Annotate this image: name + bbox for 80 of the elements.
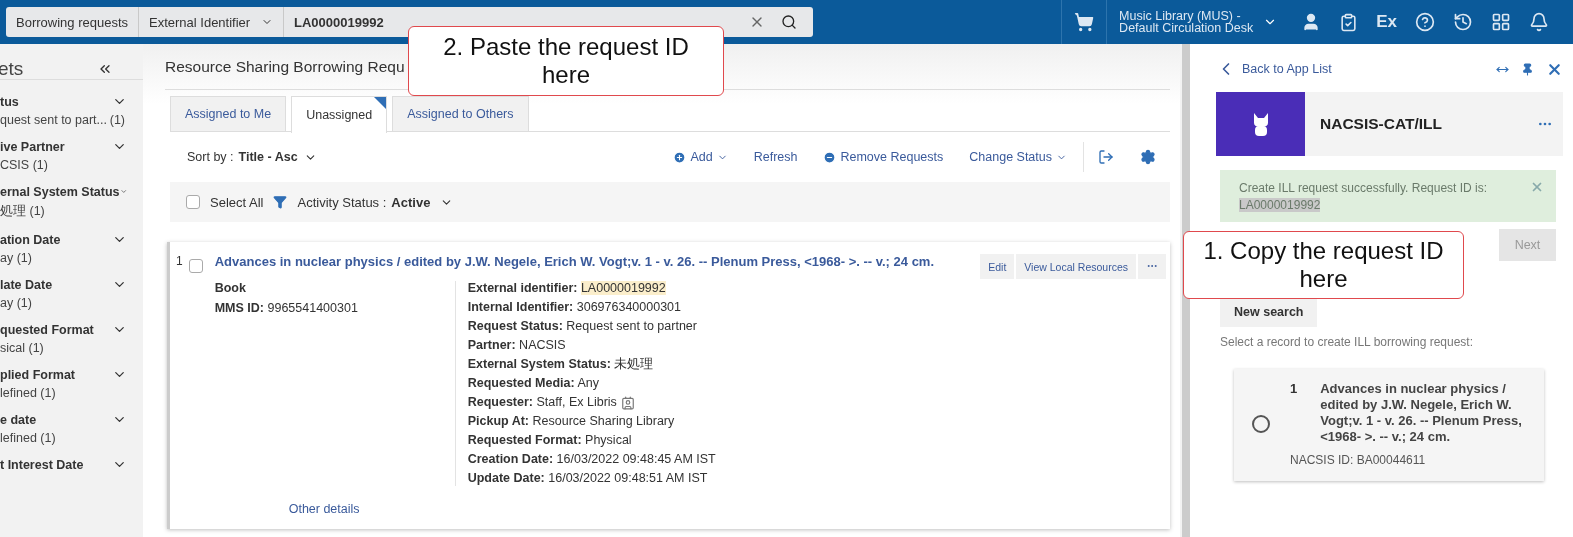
result-title-link[interactable]: Advances in nuclear physics / edited by J.W. Negele, Erich W. Vogt;v. 1 - v. 26. -- Plenum Press, <1968- >. -- v.; 24 cm.: [214, 254, 979, 269]
detail-field: Update Date: 16/03/2022 09:48:51 AM IST: [467, 471, 708, 486]
search-icon[interactable]: [781, 14, 797, 30]
facet-label[interactable]: e date: [0, 412, 37, 427]
sort-label: Sort by :: [187, 150, 234, 164]
app-name: NACSIS-CAT/ILL: [1320, 115, 1443, 133]
activity-status-dropdown[interactable]: Active: [391, 194, 431, 210]
toolbar-action[interactable]: Remove Requests: [823, 150, 944, 164]
page-title: Resource Sharing Borrowing Requ: [165, 57, 405, 76]
select-all-label: Select All: [210, 194, 264, 210]
tab[interactable]: Unassigned: [291, 96, 388, 133]
facet-value[interactable]: ay (1): [0, 296, 127, 310]
detail-field: Partner: NACSIS: [467, 338, 566, 353]
ex-libris-link[interactable]: Ex: [1376, 12, 1397, 32]
callout: 2. Paste the request ID here: [408, 26, 724, 96]
detail-field: Requester: Staff, Ex Libris: [467, 395, 617, 410]
history-icon[interactable]: [1453, 12, 1473, 32]
toolbar-action[interactable]: Refresh: [753, 150, 798, 164]
clipboard-icon[interactable]: [1339, 12, 1359, 32]
facet-label[interactable]: t Interest Date: [0, 457, 84, 472]
record-title: Advances in nuclear physics / edited by J.W. Negele, Erich W. Vogt;v. 1 - v. 26. -- Plenum Press, <1968- >. -- v.; 24 cm.: [1320, 381, 1523, 445]
contact-card-icon[interactable]: [620, 395, 635, 410]
search-scope-dropdown[interactable]: Borrowing requests: [6, 7, 139, 37]
result-number: 1: [176, 254, 183, 270]
detail-field: Creation Date: 16/03/2022 09:48:45 AM IST: [467, 452, 716, 467]
detail-field: Request Status: Request sent to partner: [467, 319, 697, 334]
detail-field: External System Status: 未処理: [467, 357, 654, 372]
instruction-text: Select a record to create ILL borrowing request:: [1220, 335, 1475, 349]
facet-count: (1): [109, 113, 125, 127]
result-action-button[interactable]: Edit: [980, 254, 1015, 279]
detail-field: External identifier: LA0000019992: [467, 281, 666, 296]
detail-field: Requested Format: Physical: [467, 433, 632, 448]
new-search-button[interactable]: New search: [1220, 297, 1318, 327]
bell-icon[interactable]: [1529, 12, 1549, 32]
tab[interactable]: Assigned to Others: [392, 96, 529, 131]
back-link[interactable]: Back to App List: [1216, 59, 1332, 79]
minus-icon: [823, 150, 837, 164]
detail-field: Requested Media: Any: [467, 376, 599, 391]
facet-value[interactable]: lefined (1): [0, 431, 127, 445]
export-icon[interactable]: [1098, 149, 1114, 165]
facet-label[interactable]: ation Date: [0, 232, 61, 247]
help-icon[interactable]: [1415, 12, 1435, 32]
tab[interactable]: Assigned to Me: [170, 96, 287, 131]
search-field-dropdown[interactable]: External Identifier: [139, 7, 284, 37]
facet-label[interactable]: tus: [0, 94, 19, 109]
record-number: 1: [1290, 381, 1298, 398]
facet-value[interactable]: 処理 (1): [0, 203, 127, 220]
pin-icon[interactable]: [1521, 62, 1534, 76]
detail-field: Pickup At: Resource Sharing Library: [467, 414, 675, 429]
select-all-checkbox[interactable]: [186, 195, 200, 209]
scrollbar[interactable]: [1180, 44, 1190, 537]
material-type: Book: [214, 281, 247, 296]
result-checkbox[interactable]: [188, 259, 203, 273]
facet-value[interactable]: quest sent to part...: [0, 113, 107, 127]
activity-status-label: Activity Status :: [297, 194, 387, 210]
toolbar-action[interactable]: Change Status: [969, 150, 1067, 164]
facet-value[interactable]: sical (1): [0, 341, 127, 355]
facet-label[interactable]: late Date: [0, 277, 53, 292]
cart-icon[interactable]: [1074, 12, 1095, 32]
mms-id: MMS ID: 9965541400301: [214, 301, 359, 316]
facet-value[interactable]: ay (1): [0, 251, 127, 265]
sort-dropdown[interactable]: Title - Asc: [238, 150, 298, 164]
toolbar-action[interactable]: Add: [673, 150, 728, 164]
add-icon: [673, 150, 687, 164]
facet-label[interactable]: ive Partner: [0, 139, 65, 154]
settings-icon[interactable]: [1140, 149, 1156, 165]
facet-value[interactable]: CSIS (1): [0, 158, 127, 172]
detail-field: Internal Identifier: 306976340000301: [467, 300, 682, 315]
other-details-link[interactable]: Other details: [288, 502, 1166, 516]
facet-label[interactable]: plied Format: [0, 367, 75, 382]
facet-label[interactable]: ernal System Status: [0, 184, 120, 199]
widgets-icon[interactable]: [1491, 12, 1511, 32]
callout: 1. Copy the request ID here: [1183, 231, 1464, 299]
record-id: NACSIS ID: BA00044611: [1290, 453, 1427, 467]
success-message: Create ILL request successfully. Request ID is: LA0000019992: [1239, 180, 1488, 214]
result-action-button[interactable]: View Local Resources: [1016, 254, 1136, 279]
record-radio[interactable]: [1252, 415, 1270, 433]
facet-label[interactable]: quested Format: [0, 322, 94, 337]
filter-icon[interactable]: [273, 195, 288, 209]
facet-value[interactable]: lefined (1): [0, 386, 127, 400]
